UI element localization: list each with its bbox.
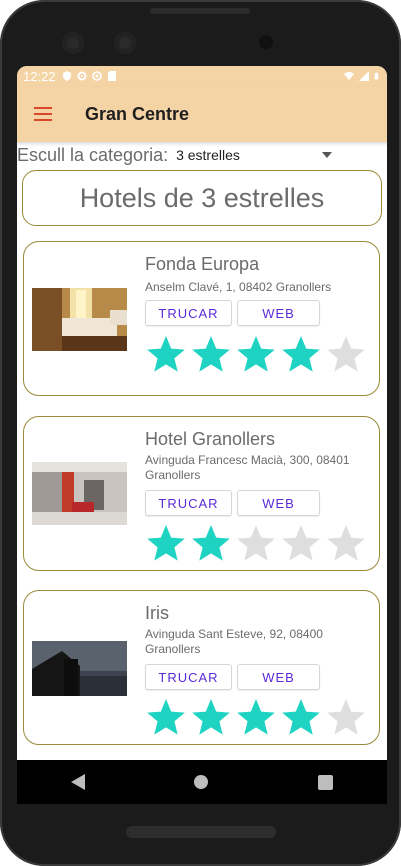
menu-button[interactable]	[17, 86, 69, 142]
star-filled-icon[interactable]	[235, 334, 277, 374]
hotel-photo	[32, 462, 127, 525]
hotel-photo	[32, 288, 127, 351]
star-filled-icon[interactable]	[235, 697, 277, 737]
home-icon[interactable]	[193, 774, 209, 790]
hotel-name: Iris	[145, 603, 169, 623]
star-filled-icon[interactable]	[145, 697, 187, 737]
category-heading: Hotels de 3 estrelles	[79, 182, 325, 213]
category-heading-box: Hotels de 3 estrelles	[22, 170, 382, 226]
back-icon[interactable]	[71, 774, 86, 790]
hotel-card: Hotel Granollers Avinguda Francesc Macià…	[23, 416, 380, 571]
app-title: Gran Centre	[85, 103, 190, 124]
star-rating[interactable]	[145, 334, 367, 374]
gear-icon	[77, 71, 87, 81]
hotel-address: Avinguda Sant Esteve, 92, 08400 Granolle…	[145, 627, 323, 656]
hotel-card: Iris Avinguda Sant Esteve, 92, 08400 Gra…	[23, 590, 380, 745]
star-filled-icon[interactable]	[145, 334, 187, 374]
battery-icon	[374, 72, 379, 80]
star-filled-icon[interactable]	[190, 334, 232, 374]
star-filled-icon[interactable]	[145, 523, 187, 563]
category-label: Escull la categoria:	[17, 144, 169, 165]
web-button[interactable]: WEB	[237, 490, 320, 516]
hotel-card: Fonda Europa Anselm Clavé, 1, 08402 Gran…	[23, 241, 380, 396]
app-bar: Gran Centre	[17, 86, 387, 142]
star-filled-icon[interactable]	[190, 523, 232, 563]
status-time: 12:22	[23, 68, 56, 84]
proximity-sensor	[259, 35, 273, 49]
signal-icon	[359, 71, 369, 81]
status-bar: 12:22	[17, 66, 387, 86]
star-empty-icon[interactable]	[235, 523, 277, 563]
top-speaker	[150, 8, 250, 14]
star-rating[interactable]	[145, 697, 367, 737]
hotel-address: Avinguda Francesc Macià, 300, 08401 Gran…	[145, 453, 350, 482]
call-button[interactable]: TRUCAR	[145, 300, 232, 326]
app-screen: 12:22 Gran Centre Escull la categoria: 3…	[17, 66, 387, 804]
shield-icon	[62, 71, 71, 81]
star-filled-icon[interactable]	[190, 697, 232, 737]
category-dropdown[interactable]: 3 estrelles	[176, 147, 333, 163]
sync-icon	[91, 71, 102, 81]
star-rating[interactable]	[145, 523, 367, 563]
recents-icon[interactable]	[317, 774, 333, 790]
android-nav-bar	[17, 760, 387, 804]
call-button[interactable]: TRUCAR	[145, 664, 232, 690]
hotel-address: Anselm Clavé, 1, 08402 Granollers	[145, 280, 332, 294]
dropdown-arrow-icon	[322, 152, 333, 158]
category-selected-value: 3 estrelles	[176, 147, 240, 163]
call-button[interactable]: TRUCAR	[145, 490, 232, 516]
web-button[interactable]: WEB	[237, 664, 320, 690]
star-empty-icon[interactable]	[280, 523, 322, 563]
hotel-name: Hotel Granollers	[145, 429, 276, 449]
hamburger-menu-icon	[34, 107, 52, 121]
star-empty-icon[interactable]	[325, 334, 367, 374]
phone-frame: 12:22 Gran Centre Escull la categoria: 3…	[0, 0, 401, 866]
hotel-name: Fonda Europa	[145, 254, 260, 274]
category-row: Escull la categoria: 3 estrelles	[17, 142, 387, 168]
star-filled-icon[interactable]	[280, 334, 322, 374]
wifi-icon	[344, 72, 354, 80]
front-camera	[62, 32, 84, 54]
star-empty-icon[interactable]	[325, 523, 367, 563]
star-filled-icon[interactable]	[280, 697, 322, 737]
front-sensor	[114, 32, 136, 54]
bottom-speaker	[126, 826, 276, 838]
sd-card-icon	[107, 71, 116, 81]
star-empty-icon[interactable]	[325, 697, 367, 737]
hotel-photo	[32, 641, 127, 704]
web-button[interactable]: WEB	[237, 300, 320, 326]
